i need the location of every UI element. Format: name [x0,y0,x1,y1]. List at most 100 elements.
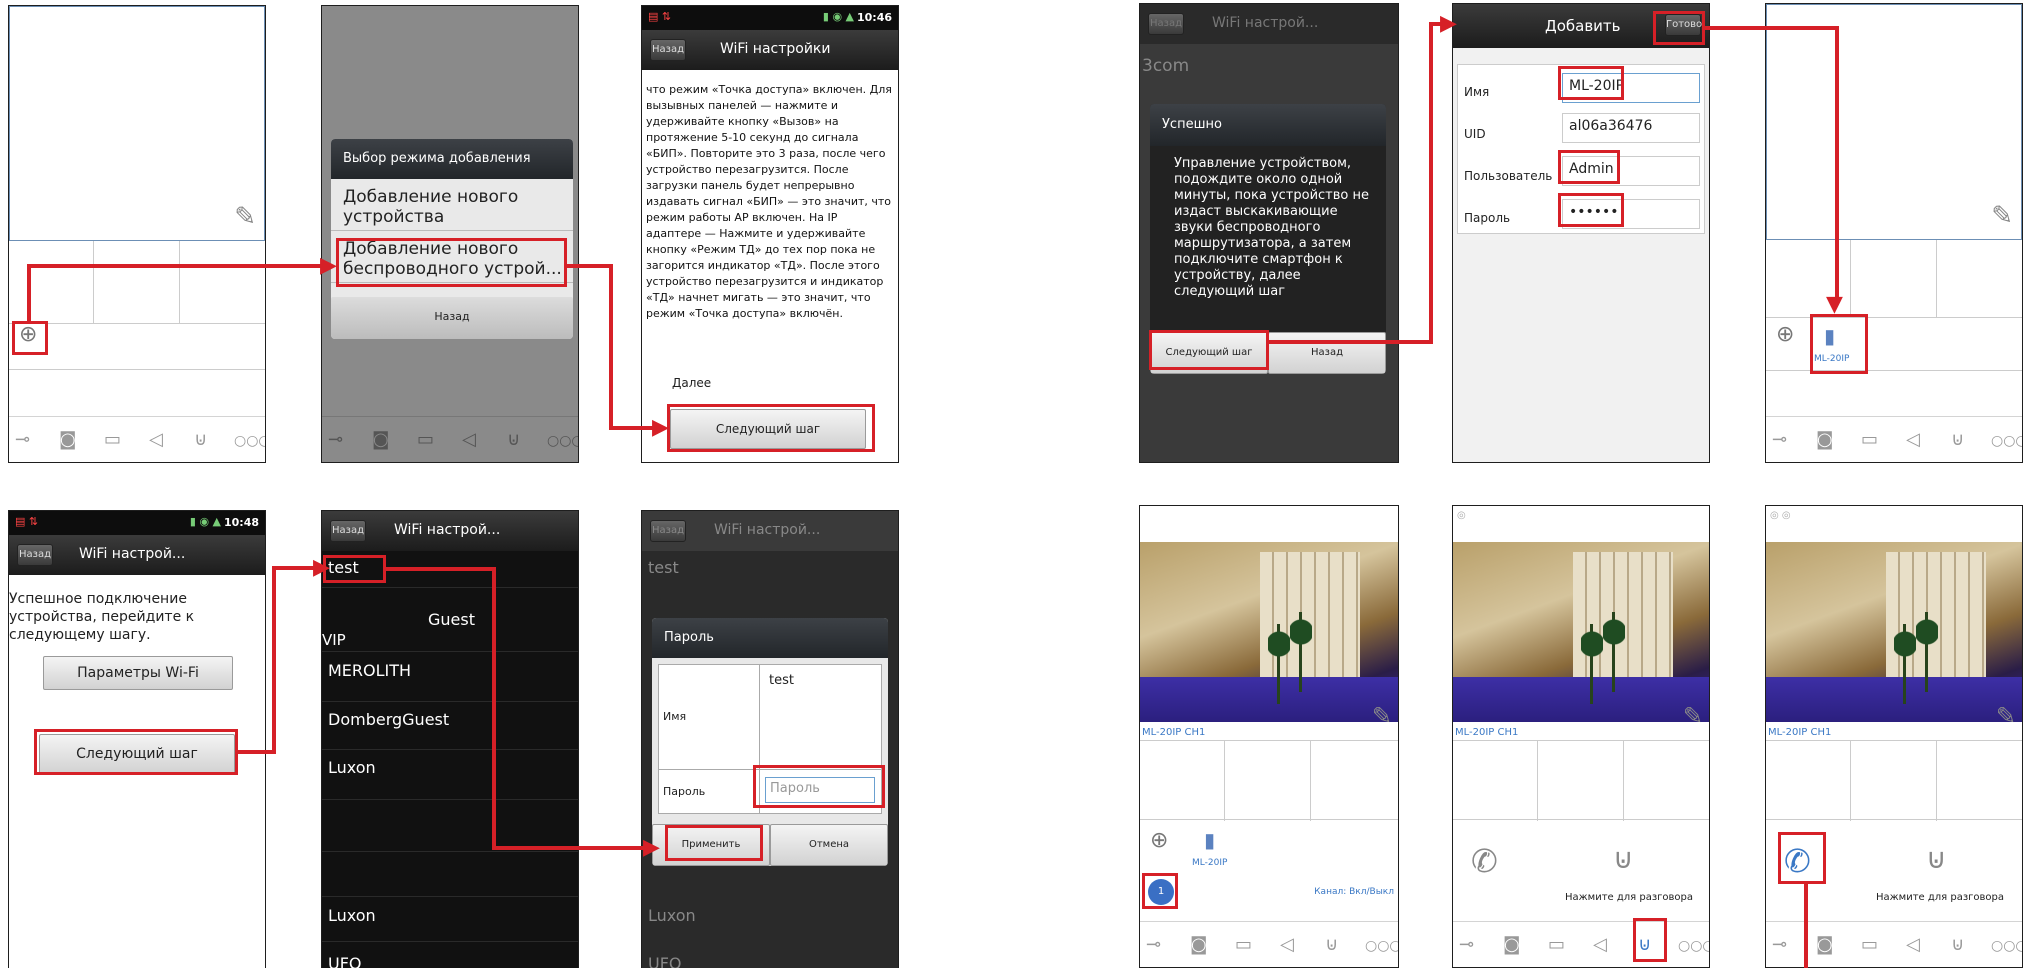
more-icon[interactable]: ○○○ [234,433,265,449]
key-icon[interactable]: ⊸ [1146,934,1161,955]
video-icon[interactable]: ▭ [1861,429,1878,450]
network-item[interactable]: UFO [328,954,362,968]
highlight-add-icon [12,321,48,355]
add-device-icon[interactable]: ⊕ [1150,828,1168,853]
talk-hint: Нажмите для разговора [1876,892,2005,903]
microphone-icon[interactable]: ⊍ [1926,842,1947,875]
edit-icon[interactable]: ✎ [1991,201,2013,231]
video-cell[interactable] [1623,741,1624,821]
microphone-icon[interactable]: ⊍ [1951,934,1964,955]
more-icon[interactable]: ○○○ [1991,433,2022,449]
more-icon[interactable]: ○○○ [1365,938,1398,954]
speaker-icon[interactable]: ◁ [1280,934,1294,955]
camera-icon[interactable]: ◙ [1503,934,1520,955]
more-link[interactable]: Далее [672,376,711,390]
device-icon[interactable]: ▮ [1204,828,1215,852]
microphone-icon[interactable]: ⊍ [507,429,520,450]
network-item[interactable]: Luxon [328,906,376,925]
video-cell[interactable] [179,241,180,324]
camera-icon[interactable]: ◙ [372,429,389,450]
bottom-toolbar: ⊸ ◙ ▭ ◁ ⊍ ○○○ [1766,416,2022,462]
network-item[interactable]: MEROLITH [328,661,411,680]
video-icon[interactable]: ▭ [1861,934,1878,955]
speaker-icon[interactable]: ◁ [1906,934,1920,955]
more-icon[interactable]: ○○○ [1678,938,1709,954]
video-icon[interactable]: ▭ [104,429,121,450]
camera-icon[interactable]: ◙ [1190,934,1207,955]
uid-input[interactable]: al06a36476 [1562,113,1700,143]
microphone-icon[interactable]: ⊍ [1613,842,1634,875]
add-device-icon[interactable]: ⊕ [1776,322,1794,347]
video-cell[interactable] [1310,741,1311,821]
more-icon[interactable]: ○○○ [547,433,578,449]
highlight-password [1558,193,1624,227]
key-icon[interactable]: ⊸ [1459,934,1474,955]
video-icon[interactable]: ▭ [1235,934,1252,955]
network-item[interactable]: DombergGuest [328,710,449,729]
video-icon[interactable]: ▭ [417,429,434,450]
edit-icon[interactable]: ✎ [1683,702,1703,730]
device-label: ML-20IP [1192,858,1228,868]
camera-icon[interactable]: ◙ [59,429,76,450]
app-header: Назад WiFi настрой... [322,511,578,551]
page-title: WiFi настрой... [714,522,821,538]
video-cell[interactable] [93,241,94,324]
video-cell[interactable] [1850,741,1851,821]
highlight-network-test [323,555,386,583]
microphone-icon[interactable]: ⊍ [1951,429,1964,450]
camera-feed[interactable] [1453,542,1709,722]
camera-icon[interactable]: ◙ [1816,429,1833,450]
video-pane-main[interactable]: ✎ [1766,4,2022,240]
channel-toggle[interactable]: Канал: Вкл/Выкл [1314,887,1394,897]
phone-icon[interactable]: ✆ [1471,842,1498,880]
screen-live-view-empty: ✎ ⊕ ⊸ ◙ ▭ ◁ ⊍ ○○○ [8,5,266,463]
network-item[interactable]: VIP [322,631,346,649]
key-icon[interactable]: ⊸ [15,429,30,450]
edit-icon[interactable]: ✎ [1372,702,1392,730]
camera-icon[interactable]: ◙ [1816,934,1833,955]
video-cell[interactable] [1936,240,1937,318]
microphone-icon[interactable]: ⊍ [194,429,207,450]
screen-talk-mode: ◎ ML-20IP CH1 ✎ ✆ ⊍ Нажмите для разговор… [1452,505,1710,968]
option-new-device[interactable]: Добавление нового устройства [331,179,573,231]
video-cell[interactable] [1537,741,1538,821]
camera-plant [1916,612,1938,692]
network-item[interactable]: Guest [428,610,475,629]
key-icon[interactable]: ⊸ [1772,429,1787,450]
speaker-icon[interactable]: ◁ [1906,429,1920,450]
back-button[interactable]: Назад [330,520,366,542]
arrow-7 [1804,884,1808,968]
bg-network-item: UFO [648,954,682,968]
speaker-icon[interactable]: ◁ [462,429,476,450]
camera-feed[interactable] [1766,542,2022,722]
microphone-icon[interactable]: ⊍ [1325,934,1338,955]
wifi-params-button[interactable]: Параметры Wi-Fi [43,656,233,690]
video-grid [1766,740,2022,821]
key-icon[interactable]: ⊸ [1772,934,1787,955]
back-button[interactable]: Назад [1148,13,1184,35]
edit-icon[interactable]: ✎ [234,202,256,232]
video-cell[interactable] [1850,240,1851,318]
password-label: Пароль [663,785,706,798]
back-button[interactable]: Назад [650,520,686,542]
cancel-button[interactable]: Отмена [770,824,888,866]
highlight-mic [1633,918,1667,962]
video-cell[interactable] [1224,741,1225,821]
highlight-user [1558,150,1620,184]
more-icon[interactable]: ○○○ [1991,938,2022,954]
video-cell[interactable] [1936,741,1937,821]
channel-label: ML-20IP CH1 [1455,727,1519,738]
edit-icon[interactable]: ✎ [1996,702,2016,730]
back-button[interactable]: Назад [1268,332,1386,374]
page-title: WiFi настрой... [1212,15,1319,31]
video-pane-main[interactable]: ✎ [9,6,265,241]
camera-feed[interactable] [1140,542,1398,722]
dialog-back-button[interactable]: Назад [331,297,573,339]
network-item[interactable]: Luxon [328,758,376,777]
video-icon[interactable]: ▭ [1548,934,1565,955]
back-button[interactable]: Назад [650,39,686,61]
speaker-icon[interactable]: ◁ [149,429,163,450]
speaker-icon[interactable]: ◁ [1593,934,1607,955]
back-button[interactable]: Назад [17,544,53,566]
key-icon[interactable]: ⊸ [328,429,343,450]
